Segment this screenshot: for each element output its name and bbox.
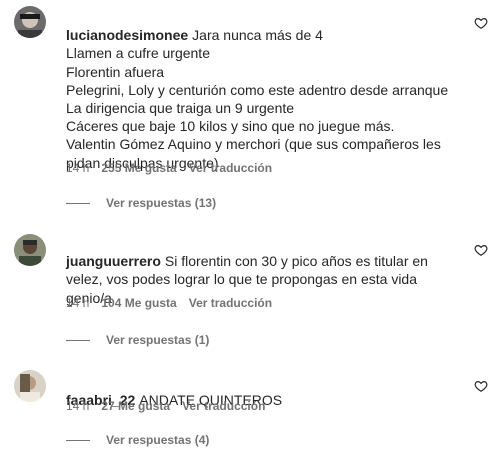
like-count[interactable]: 104 Me gusta [101, 296, 176, 310]
comment-meta: 14 h 27 Me gusta Ver traducción [66, 398, 265, 414]
comment-meta: 14 h 255 Me gusta Ver traducción [66, 160, 272, 176]
like-count[interactable]: 27 Me gusta [101, 399, 170, 413]
comment-username[interactable]: juanguuerrero [66, 253, 161, 269]
view-replies-button[interactable]: Ver respuestas (13) [66, 195, 216, 211]
replies-divider [66, 339, 90, 341]
see-translation-link[interactable]: Ver traducción [189, 296, 272, 310]
comment-meta: 14 h 104 Me gusta Ver traducción [66, 295, 272, 311]
view-replies-button[interactable]: Ver respuestas (1) [66, 332, 209, 348]
avatar[interactable] [14, 370, 46, 402]
comment-text-first: Jara nunca más de 4 [192, 27, 323, 44]
comment-username[interactable]: lucianodesimonee [66, 27, 188, 43]
replies-divider [66, 439, 90, 441]
comment-time[interactable]: 14 h [66, 399, 89, 413]
comment-item: lucianodesimonee Jara nunca más de 4 Llam… [0, 0, 500, 215]
heart-outline-icon[interactable] [474, 16, 488, 30]
comment-time[interactable]: 14 h [66, 296, 89, 310]
heart-outline-icon[interactable] [474, 243, 488, 257]
replies-divider [66, 202, 90, 204]
comment-time[interactable]: 14 h [66, 161, 89, 175]
see-translation-link[interactable]: Ver traducción [182, 399, 265, 413]
like-count[interactable]: 255 Me gusta [101, 161, 176, 175]
see-translation-link[interactable]: Ver traducción [189, 161, 272, 175]
view-replies-label: Ver respuestas (1) [106, 333, 210, 347]
view-replies-button[interactable]: Ver respuestas (4) [66, 432, 209, 448]
comment-text-rest: Llamen a cufre urgente Florentin afuera … [66, 45, 449, 171]
comment-item: juanguuerrero Si florentin con 30 y pico … [0, 225, 500, 350]
avatar[interactable] [14, 234, 46, 266]
view-replies-label: Ver respuestas (4) [106, 433, 210, 447]
heart-outline-icon[interactable] [474, 379, 488, 393]
avatar[interactable] [14, 6, 46, 38]
view-replies-label: Ver respuestas (13) [106, 196, 217, 210]
comment-item: faaabri_22 ANDATE QUINTEROS 14 h 27 Me gu… [0, 362, 500, 455]
